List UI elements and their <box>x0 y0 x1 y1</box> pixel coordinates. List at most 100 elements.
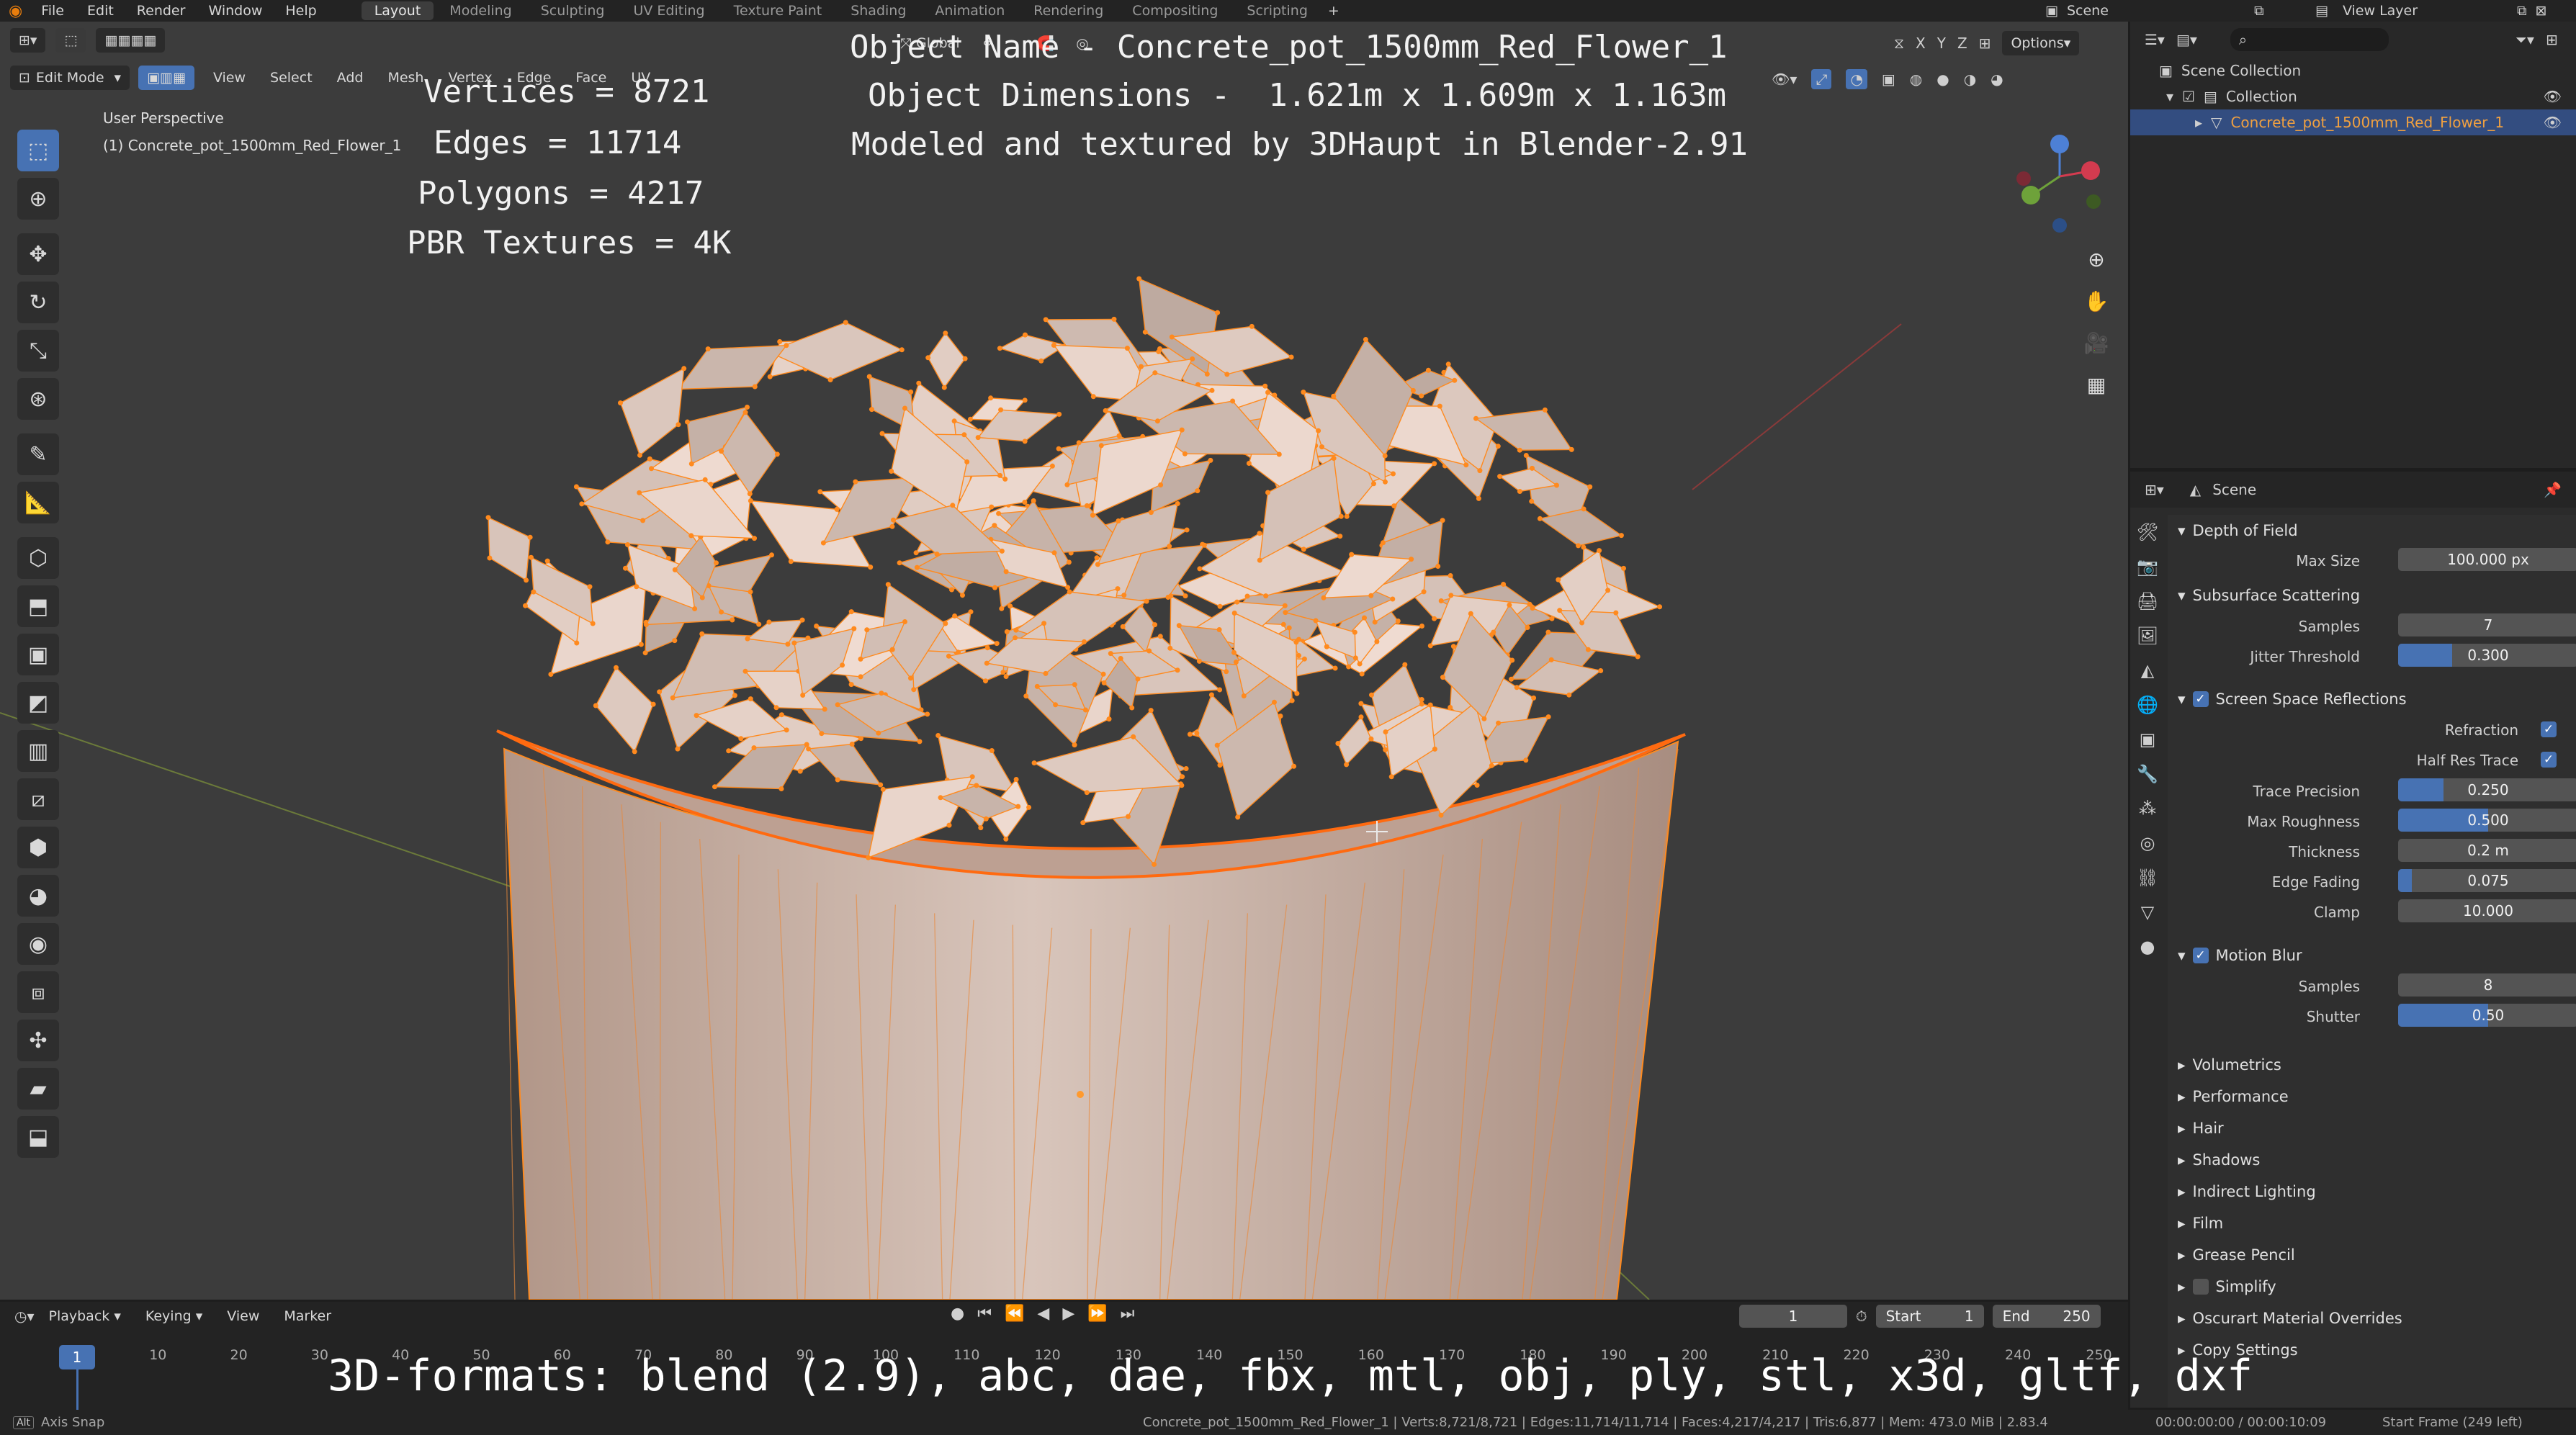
clock-icon[interactable]: ⏱ <box>1856 1308 1867 1325</box>
material-shading-icon[interactable]: ◑ <box>1964 71 1976 88</box>
object-tab-icon[interactable]: ▣ <box>2130 722 2165 757</box>
timeline-editor-icon[interactable]: ◷▾ <box>14 1308 35 1325</box>
scale-tool[interactable]: ⤡ <box>17 330 59 372</box>
gizmo-icon[interactable]: ⤢ <box>1811 69 1832 89</box>
menu-file[interactable]: File <box>31 1 74 20</box>
shrink-fatten-tool[interactable]: ✣ <box>17 1020 59 1061</box>
section-performance[interactable]: ▸ Performance <box>2178 1081 2402 1112</box>
scene-selector[interactable]: ▣ Scene <box>2045 0 2109 22</box>
options-button[interactable]: Options ▾ <box>2002 31 2080 55</box>
navigation-gizmo[interactable] <box>1998 108 2121 245</box>
menu-help[interactable]: Help <box>275 1 326 20</box>
play-reverse-icon[interactable]: ◀ <box>1037 1305 1049 1323</box>
smooth-tool[interactable]: ◉ <box>17 923 59 965</box>
mode-selector[interactable]: ⊡ Edit Mode ▾ <box>10 66 130 90</box>
filter-icon[interactable]: ⏷▾ <box>2516 31 2534 48</box>
measure-tool[interactable]: 📐 <box>17 482 59 523</box>
outliner-editor-icon[interactable]: ☰▾ <box>2145 31 2165 48</box>
sss-samples-field[interactable]: 7 <box>2398 613 2576 636</box>
menu-playback[interactable]: Playback ▾ <box>39 1308 131 1324</box>
new-collection-icon[interactable]: ⊞ <box>2546 31 2558 48</box>
section-grease-pencil[interactable]: ▸ Grease Pencil <box>2178 1239 2402 1271</box>
tool-tab-icon[interactable]: 🛠 <box>2130 515 2165 549</box>
record-icon[interactable]: ● <box>951 1305 964 1323</box>
particles-tab-icon[interactable]: ⁂ <box>2130 791 2165 826</box>
rip-tool[interactable]: ⬓ <box>17 1116 59 1158</box>
overlay-icon[interactable]: ◔ <box>1846 69 1867 89</box>
section-motion-blur[interactable]: ▾ ✓ Motion Blur <box>2178 940 2302 971</box>
outliner-object-row[interactable]: ▸ ▽ Concrete_pot_1500mm_Red_Flower_1 👁 <box>2130 109 2576 135</box>
properties-editor-icon[interactable]: ⊞▾ <box>2145 481 2164 498</box>
section-depth-of-field[interactable]: ▾ Depth of Field <box>2178 515 2298 546</box>
playhead[interactable]: 1 <box>59 1345 95 1369</box>
section-volumetrics[interactable]: ▸ Volumetrics <box>2178 1049 2402 1081</box>
modifier-tab-icon[interactable]: 🔧 <box>2130 757 2165 791</box>
spin-tool[interactable]: ◕ <box>17 875 59 917</box>
inset-tool[interactable]: ▣ <box>17 634 59 675</box>
knife-tool[interactable]: ⧄ <box>17 778 59 820</box>
menu-keying[interactable]: Keying ▾ <box>135 1308 212 1324</box>
menu-select[interactable]: Select <box>260 70 323 86</box>
outliner-collection[interactable]: ▾ ☑ ▤ Collection 👁 <box>2130 84 2576 109</box>
pan-hand-icon[interactable]: ✋ <box>2078 283 2114 319</box>
rotate-tool[interactable]: ↻ <box>17 282 59 323</box>
jump-start-icon[interactable]: ⏮ <box>977 1305 992 1323</box>
menu-edit[interactable]: Edit <box>77 1 124 20</box>
section-oscurart[interactable]: ▸ Oscurart Material Overrides <box>2178 1303 2402 1334</box>
max-roughness-slider[interactable]: 0.500 <box>2398 809 2576 832</box>
edge-fading-slider[interactable]: 0.075 <box>2398 869 2576 892</box>
tab-uv-editing[interactable]: UV Editing <box>620 1 717 20</box>
jump-end-icon[interactable]: ⏭ <box>1121 1305 1135 1323</box>
tab-texture-paint[interactable]: Texture Paint <box>721 1 835 20</box>
start-frame-field[interactable]: Start 1 <box>1875 1305 1984 1328</box>
move-tool[interactable]: ✥ <box>17 233 59 275</box>
poly-build-tool[interactable]: ⬢ <box>17 827 59 868</box>
select-tool[interactable]: ⬚ <box>17 130 59 171</box>
zoom-icon[interactable]: ⊕ <box>2078 241 2114 277</box>
outliner-scene-collection[interactable]: ▣ Scene Collection <box>2130 58 2576 84</box>
tab-modeling[interactable]: Modeling <box>436 1 524 20</box>
eye-icon[interactable]: 👁 <box>2544 114 2562 131</box>
xray-icon[interactable]: ▣ <box>1882 71 1895 88</box>
section-hair[interactable]: ▸ Hair <box>2178 1112 2402 1144</box>
tab-sculpting[interactable]: Sculpting <box>528 1 618 20</box>
thickness-field[interactable]: 0.2 m <box>2398 839 2576 862</box>
output-tab-icon[interactable]: 🖨 <box>2130 584 2165 618</box>
prev-keyframe-icon[interactable]: ⏪ <box>1005 1305 1024 1323</box>
trace-precision-slider[interactable]: 0.250 <box>2398 778 2576 801</box>
shear-tool[interactable]: ▰ <box>17 1068 59 1110</box>
auto-merge-icon[interactable]: ⊞ <box>1979 35 1991 52</box>
next-keyframe-icon[interactable]: ⏩ <box>1087 1305 1107 1323</box>
copy-view-layer-icon[interactable]: ⧉ <box>2517 3 2527 19</box>
menu-marker[interactable]: Marker <box>274 1308 341 1324</box>
section-shadows[interactable]: ▸ Shadows <box>2178 1144 2402 1176</box>
edge-slide-tool[interactable]: ⧈ <box>17 971 59 1013</box>
simplify-checkbox[interactable] <box>2192 1279 2209 1295</box>
cursor-tool[interactable]: ⊕ <box>17 178 59 220</box>
end-frame-field[interactable]: End 250 <box>1992 1305 2101 1328</box>
wireframe-shading-icon[interactable]: ◍ <box>1910 71 1922 88</box>
axis-z-toggle[interactable]: Z <box>1957 35 1967 52</box>
display-mode-icon[interactable]: ▤▾ <box>2176 31 2197 48</box>
add-workspace-icon[interactable]: + <box>1328 3 1339 19</box>
menu-timeline-view[interactable]: View <box>217 1308 269 1324</box>
world-tab-icon[interactable]: 🌐 <box>2130 688 2165 722</box>
menu-add[interactable]: Add <box>327 70 374 86</box>
bevel-tool[interactable]: ◩ <box>17 682 59 724</box>
section-screen-space-reflections[interactable]: ▾ ✓ Screen Space Reflections <box>2178 683 2407 715</box>
tab-compositing[interactable]: Compositing <box>1119 1 1231 20</box>
data-tab-icon[interactable]: ▽ <box>2130 895 2165 930</box>
section-simplify[interactable]: ▸ Simplify <box>2178 1271 2402 1303</box>
view-layer-tab-icon[interactable]: 🖼 <box>2130 618 2165 653</box>
play-icon[interactable]: ▶ <box>1062 1305 1074 1323</box>
visibility-icon[interactable]: 👁▾ <box>1772 71 1797 88</box>
view-layer-selector[interactable]: ▤ View Layer <box>2315 0 2418 22</box>
add-cube-tool[interactable]: ⬡ <box>17 537 59 579</box>
transform-tool[interactable]: ⊛ <box>17 378 59 420</box>
extrude-tool[interactable]: ⬒ <box>17 585 59 627</box>
select-mode-buttons[interactable]: ▦▦▦▦ <box>96 28 166 53</box>
axis-y-toggle[interactable]: Y <box>1937 35 1946 52</box>
motion-blur-checkbox[interactable]: ✓ <box>2192 948 2209 963</box>
material-tab-icon[interactable]: ● <box>2130 930 2165 964</box>
vertex-edge-face-toggle[interactable]: ▣▥▦ <box>138 66 194 90</box>
